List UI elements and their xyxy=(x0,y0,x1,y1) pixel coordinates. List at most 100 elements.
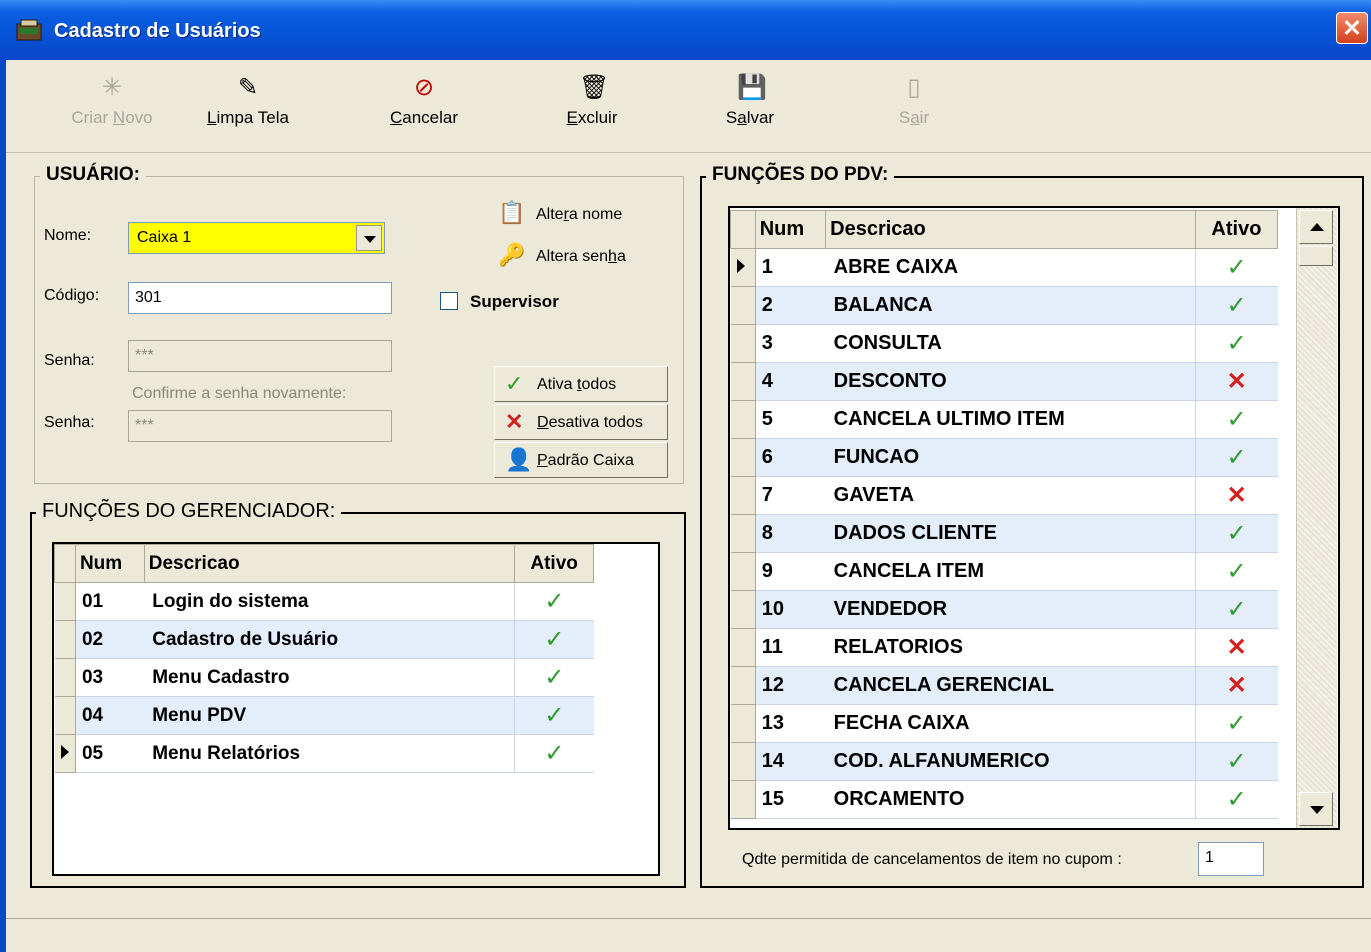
excluir-button[interactable]: 🗑 Excluir xyxy=(532,74,652,128)
table-row[interactable]: 7 GAVETA ✕ xyxy=(730,476,1278,515)
grid-header-ativo[interactable]: Ativo xyxy=(1194,210,1279,249)
nome-combobox[interactable]: Caixa 1 xyxy=(128,222,385,254)
row-num[interactable]: 11 xyxy=(755,628,826,667)
row-num[interactable]: 13 xyxy=(755,704,826,743)
row-ativo-cell[interactable]: ✕ xyxy=(1194,628,1278,667)
row-indicator[interactable] xyxy=(730,628,756,667)
scroll-up-icon[interactable] xyxy=(1299,210,1333,244)
row-desc[interactable]: GAVETA xyxy=(825,476,1196,515)
row-ativo-cell[interactable]: ✓ xyxy=(1194,590,1278,629)
row-desc[interactable]: CANCELA ITEM xyxy=(825,552,1196,591)
row-indicator[interactable] xyxy=(730,438,756,477)
row-num[interactable]: 4 xyxy=(755,362,826,401)
row-desc[interactable]: FECHA CAIXA xyxy=(825,704,1196,743)
table-row[interactable]: 1 ABRE CAIXA ✓ xyxy=(730,248,1278,287)
table-row[interactable]: 11 RELATORIOS ✕ xyxy=(730,628,1278,667)
close-button[interactable] xyxy=(1336,12,1368,44)
row-ativo-cell[interactable]: ✓ xyxy=(1194,742,1278,781)
sair-button[interactable]: ▯ Sair xyxy=(854,74,974,128)
table-row[interactable]: 04 Menu PDV ✓ xyxy=(54,696,594,735)
row-indicator[interactable] xyxy=(730,400,756,439)
grid-header-num[interactable]: Num xyxy=(74,544,145,583)
row-indicator[interactable] xyxy=(54,658,76,697)
table-row[interactable]: 5 CANCELA ULTIMO ITEM ✓ xyxy=(730,400,1278,439)
row-num[interactable]: 04 xyxy=(75,696,145,735)
senha-field[interactable]: *** xyxy=(128,340,392,372)
row-ativo-cell[interactable]: ✓ xyxy=(1194,248,1278,287)
table-row[interactable]: 05 Menu Relatórios ✓ xyxy=(54,734,594,773)
grid-header-desc[interactable]: Descricao xyxy=(143,544,516,583)
row-num[interactable]: 10 xyxy=(755,590,826,629)
row-num[interactable]: 02 xyxy=(75,620,145,659)
row-ativo-cell[interactable]: ✕ xyxy=(1194,666,1278,705)
table-row[interactable]: 03 Menu Cadastro ✓ xyxy=(54,658,594,697)
row-ativo-cell[interactable]: ✓ xyxy=(1194,514,1278,553)
row-ativo-cell[interactable]: ✕ xyxy=(1194,362,1278,401)
row-ativo-cell[interactable]: ✓ xyxy=(1194,438,1278,477)
row-desc[interactable]: DADOS CLIENTE xyxy=(825,514,1196,553)
cancelar-button[interactable]: ⊘ Cancelar xyxy=(364,74,484,128)
altera-senha-link[interactable]: 🔑 Altera senha xyxy=(498,242,626,267)
row-indicator[interactable] xyxy=(730,552,756,591)
row-ativo-cell[interactable]: ✓ xyxy=(1194,552,1278,591)
gerenciador-grid[interactable]: Num Descricao Ativo 01 Login do sistema ✓ 0… xyxy=(54,544,594,773)
row-indicator[interactable] xyxy=(730,362,756,401)
row-desc[interactable]: Cadastro de Usuário xyxy=(144,620,515,659)
row-desc[interactable]: BALANCA xyxy=(825,286,1196,325)
row-desc[interactable]: RELATORIOS xyxy=(825,628,1196,667)
supervisor-checkbox[interactable] xyxy=(440,292,458,310)
codigo-field[interactable]: 301 xyxy=(128,282,392,314)
row-ativo-cell[interactable]: ✓ xyxy=(1194,704,1278,743)
padrao-caixa-button[interactable]: 👤 Padrão Caixa xyxy=(494,442,668,478)
senha2-field[interactable]: *** xyxy=(128,410,392,442)
ativa-todos-button[interactable]: ✓ Ativa todos xyxy=(494,366,668,402)
desativa-todos-button[interactable]: ✕ Desativa todos xyxy=(494,404,668,440)
row-num[interactable]: 05 xyxy=(75,734,145,773)
row-desc[interactable]: FUNCAO xyxy=(825,438,1196,477)
row-ativo-cell[interactable]: ✕ xyxy=(1194,476,1278,515)
row-indicator[interactable] xyxy=(730,286,756,325)
qtde-field[interactable]: 1 xyxy=(1198,842,1264,876)
table-row[interactable]: 3 CONSULTA ✓ xyxy=(730,324,1278,363)
row-ativo-cell[interactable]: ✓ xyxy=(1194,324,1278,363)
row-desc[interactable]: Menu PDV xyxy=(144,696,515,735)
row-num[interactable]: 12 xyxy=(755,666,826,705)
row-ativo-cell[interactable]: ✓ xyxy=(1194,286,1278,325)
row-num[interactable]: 15 xyxy=(755,780,826,819)
row-indicator[interactable] xyxy=(730,590,756,629)
row-desc[interactable]: CANCELA GERENCIAL xyxy=(825,666,1196,705)
row-ativo-cell[interactable]: ✓ xyxy=(514,696,594,735)
row-desc[interactable]: Menu Cadastro xyxy=(144,658,515,697)
row-ativo-cell[interactable]: ✓ xyxy=(1194,780,1278,819)
row-num[interactable]: 1 xyxy=(755,248,826,287)
grid-header-ativo[interactable]: Ativo xyxy=(514,544,594,583)
grid-header-num[interactable]: Num xyxy=(754,210,827,249)
row-num[interactable]: 6 xyxy=(755,438,826,477)
limpa-tela-button[interactable]: ✎ Limpa Tela xyxy=(188,74,308,128)
scroll-down-icon[interactable] xyxy=(1299,792,1333,826)
table-row[interactable]: 14 COD. ALFANUMERICO ✓ xyxy=(730,742,1278,781)
row-indicator[interactable] xyxy=(730,704,756,743)
row-ativo-cell[interactable]: ✓ xyxy=(514,620,594,659)
row-desc[interactable]: CONSULTA xyxy=(825,324,1196,363)
table-row[interactable]: 12 CANCELA GERENCIAL ✕ xyxy=(730,666,1278,705)
row-indicator[interactable] xyxy=(54,582,76,621)
table-row[interactable]: 8 DADOS CLIENTE ✓ xyxy=(730,514,1278,553)
criar-novo-button[interactable]: ✳ Criar Novo xyxy=(52,74,172,128)
table-row[interactable]: 01 Login do sistema ✓ xyxy=(54,582,594,621)
pdv-grid[interactable]: Num Descricao Ativo 1 ABRE CAIXA ✓ 2 BALANCA… xyxy=(730,210,1279,819)
row-num[interactable]: 03 xyxy=(75,658,145,697)
row-num[interactable]: 2 xyxy=(755,286,826,325)
row-ativo-cell[interactable]: ✓ xyxy=(514,734,594,773)
salvar-button[interactable]: 💾 Salvar xyxy=(690,74,810,128)
table-row[interactable]: 4 DESCONTO ✕ xyxy=(730,362,1278,401)
row-desc[interactable]: DESCONTO xyxy=(825,362,1196,401)
altera-nome-link[interactable]: 📋 Altera nome xyxy=(498,200,622,225)
row-num[interactable]: 9 xyxy=(755,552,826,591)
row-indicator[interactable] xyxy=(730,780,756,819)
grid-header-desc[interactable]: Descricao xyxy=(825,210,1196,249)
table-row[interactable]: 02 Cadastro de Usuário ✓ xyxy=(54,620,594,659)
row-indicator[interactable] xyxy=(730,324,756,363)
row-desc[interactable]: Login do sistema xyxy=(144,582,515,621)
row-num[interactable]: 7 xyxy=(755,476,826,515)
